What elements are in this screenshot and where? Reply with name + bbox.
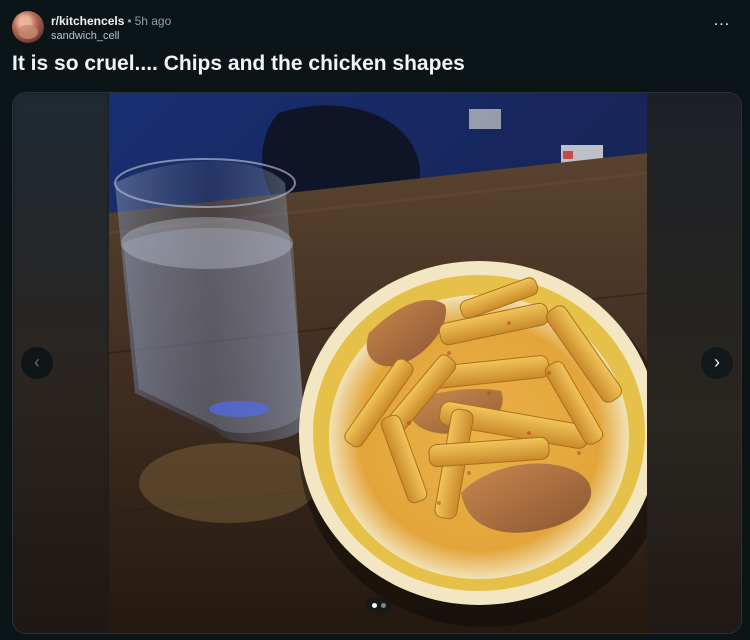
gallery-image[interactable] bbox=[109, 93, 647, 633]
subreddit-link[interactable]: r/kitchencels bbox=[51, 14, 124, 28]
post-header: r/kitchencels • 5h ago sandwich_cell ... bbox=[12, 10, 738, 44]
overflow-menu-button[interactable]: ... bbox=[710, 13, 734, 34]
chevron-right-icon: › bbox=[714, 352, 720, 372]
pagination-dot[interactable] bbox=[381, 603, 386, 608]
gallery-next-button[interactable]: › bbox=[701, 347, 733, 379]
media-gallery[interactable]: ‹ › bbox=[12, 92, 742, 634]
meta-separator: • bbox=[127, 14, 132, 28]
author-link[interactable]: sandwich_cell bbox=[51, 30, 119, 43]
gallery-pagination bbox=[365, 597, 393, 613]
three-dots-icon: ... bbox=[713, 12, 731, 29]
gallery-prev-button[interactable]: ‹ bbox=[21, 347, 53, 379]
post-time: 5h ago bbox=[134, 14, 172, 28]
pagination-dot-active[interactable] bbox=[372, 603, 377, 608]
chevron-left-icon: ‹ bbox=[34, 352, 40, 372]
post-meta: r/kitchencels • 5h ago bbox=[51, 14, 171, 28]
post-title[interactable]: It is so cruel.... Chips and the chicken… bbox=[12, 50, 465, 78]
subreddit-avatar[interactable] bbox=[12, 11, 44, 43]
